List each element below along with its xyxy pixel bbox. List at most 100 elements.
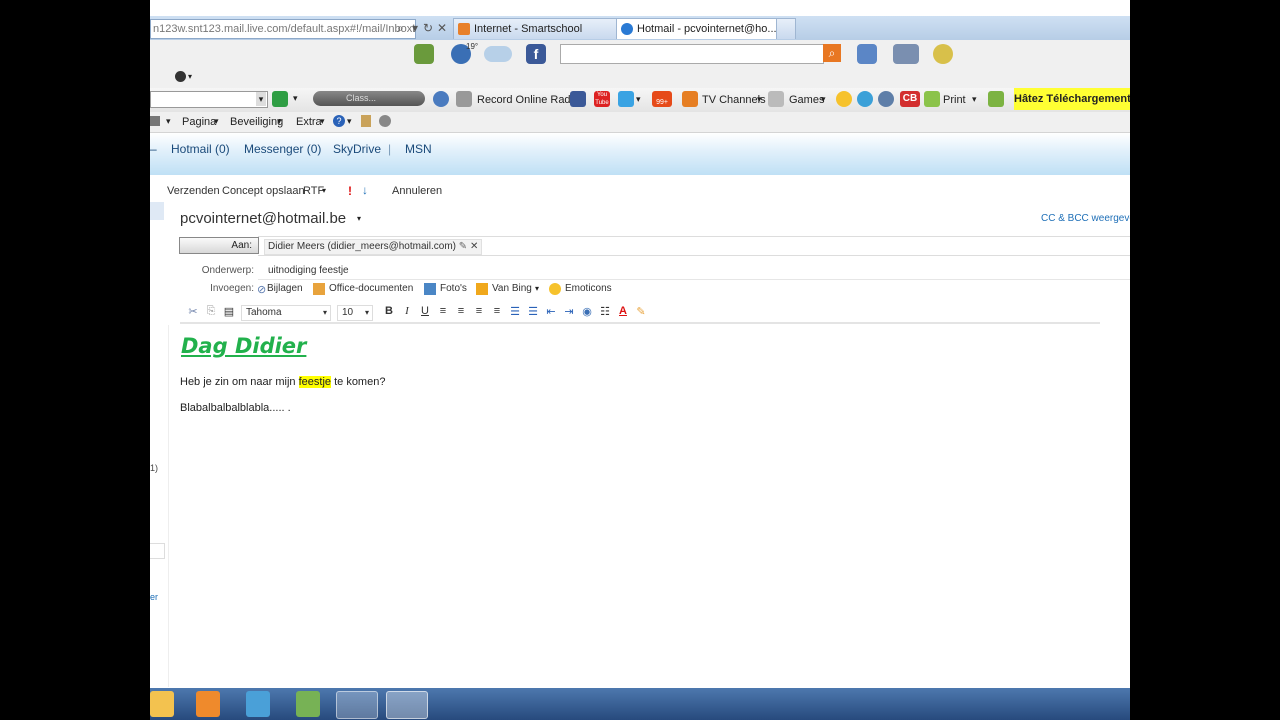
- twitter-icon[interactable]: [618, 91, 634, 107]
- radio-icon[interactable]: [433, 91, 449, 107]
- research-icon[interactable]: [361, 115, 371, 127]
- dropdown-arrow-icon[interactable]: ▾: [412, 19, 418, 37]
- microphone-icon[interactable]: [456, 91, 472, 107]
- print-icon[interactable]: [150, 116, 160, 126]
- toolbar-search-button[interactable]: ⌕: [823, 44, 841, 62]
- help-icon[interactable]: ?: [333, 115, 345, 127]
- notifications-icon[interactable]: 99+: [652, 91, 672, 107]
- refresh-icon[interactable]: ↻: [423, 19, 433, 37]
- lock-icon[interactable]: [175, 71, 186, 82]
- hatez-download-button[interactable]: Hâtez Téléchargement: [1014, 88, 1130, 110]
- from-address[interactable]: pcvointernet@hotmail.be: [180, 210, 346, 227]
- size-select[interactable]: 10 ▾: [337, 305, 373, 321]
- messenger-icon[interactable]: [296, 691, 320, 717]
- underline-button[interactable]: U: [418, 305, 432, 317]
- copy-icon[interactable]: ⎘: [204, 305, 218, 318]
- link-icon[interactable]: ◉: [580, 305, 594, 318]
- menu-pagina[interactable]: Pagina: [182, 116, 216, 128]
- insert-attachments[interactable]: Bijlagen: [267, 283, 303, 294]
- align-right-icon[interactable]: ≡: [472, 305, 486, 317]
- like-icon[interactable]: [857, 44, 877, 64]
- chevron-down-icon[interactable]: ▾: [214, 116, 219, 127]
- folder-link[interactable]: er: [150, 592, 158, 602]
- chevron-down-icon[interactable]: ▾: [166, 116, 171, 127]
- align-center-icon[interactable]: ≡: [454, 305, 468, 317]
- bulleted-list-icon[interactable]: ☰: [526, 305, 540, 318]
- chevron-down-icon[interactable]: ▾: [322, 186, 326, 195]
- monitor-icon[interactable]: [246, 691, 270, 717]
- toolbar-combo-input[interactable]: [150, 91, 268, 108]
- recipient-chip[interactable]: Didier Meers (didier_meers@hotmail.com) …: [264, 239, 483, 255]
- search-go-icon[interactable]: [272, 91, 288, 107]
- insert-office-documents[interactable]: Office-documenten: [329, 283, 413, 294]
- chevron-down-icon[interactable]: ▾: [636, 94, 641, 105]
- chevron-down-icon[interactable]: ▾: [972, 94, 977, 105]
- explorer-icon[interactable]: [150, 691, 174, 717]
- chevron-down-icon[interactable]: ▾: [821, 94, 826, 105]
- nav-messenger[interactable]: Messenger (0): [244, 142, 321, 156]
- messenger-icon[interactable]: [379, 115, 391, 127]
- address-input[interactable]: n123w.snt123.mail.live.com/default.aspx#…: [150, 19, 416, 39]
- highlight-icon[interactable]: ✎: [634, 305, 648, 318]
- chat-icon[interactable]: [857, 91, 873, 107]
- chevron-down-icon[interactable]: ▾: [277, 116, 282, 127]
- line-icon[interactable]: ☷: [598, 305, 612, 318]
- cancel-button[interactable]: Annuleren: [392, 185, 442, 197]
- save-draft-button[interactable]: Concept opslaan: [222, 185, 305, 197]
- media-player-icon[interactable]: [196, 691, 220, 717]
- nav-hotmail[interactable]: Hotmail (0): [171, 142, 230, 156]
- nav-skydrive[interactable]: SkyDrive: [333, 142, 381, 156]
- menu-extra[interactable]: Extra: [296, 116, 322, 128]
- rtf-menu[interactable]: RTF: [303, 185, 324, 197]
- search-icon[interactable]: ⌕: [397, 19, 404, 37]
- photo-icon[interactable]: [414, 44, 434, 64]
- tab-hotmail[interactable]: Hotmail - pcvointernet@ho... ✕: [616, 18, 794, 39]
- new-tab-button[interactable]: [776, 18, 796, 39]
- facebook-icon[interactable]: f: [526, 44, 546, 64]
- cloud-icon[interactable]: [484, 46, 512, 62]
- remove-recipient-icon[interactable]: ✕: [470, 241, 478, 252]
- justify-icon[interactable]: ≡: [490, 305, 504, 317]
- menu-beveiliging[interactable]: Beveiliging: [230, 116, 283, 128]
- chevron-down-icon[interactable]: ▾: [535, 284, 539, 293]
- insert-emoticons[interactable]: Emoticons: [565, 283, 612, 294]
- tab-smartschool[interactable]: Internet - Smartschool: [453, 18, 633, 39]
- addon-icon[interactable]: [988, 91, 1004, 107]
- send-button[interactable]: Verzenden: [167, 185, 220, 197]
- indent-icon[interactable]: ⇥: [562, 305, 576, 318]
- chevron-down-icon[interactable]: ▾: [256, 92, 266, 106]
- chevron-down-icon[interactable]: ▾: [347, 116, 352, 127]
- align-left-icon[interactable]: ≡: [436, 305, 450, 317]
- font-color-icon[interactable]: A: [616, 305, 630, 317]
- high-priority-icon[interactable]: !: [348, 184, 352, 198]
- globe-icon[interactable]: [878, 91, 894, 107]
- font-select[interactable]: Tahoma ▾: [241, 305, 331, 321]
- games[interactable]: Games: [789, 94, 824, 106]
- cut-icon[interactable]: ✂: [186, 305, 200, 318]
- star-icon[interactable]: [933, 44, 953, 64]
- outdent-icon[interactable]: ⇤: [544, 305, 558, 318]
- insert-from-bing[interactable]: Van Bing: [492, 283, 532, 294]
- edit-icon[interactable]: ✎: [459, 241, 467, 252]
- to-button[interactable]: Aan:: [179, 237, 259, 254]
- tv-icon[interactable]: [682, 91, 698, 107]
- video-icon[interactable]: [893, 44, 919, 64]
- chevron-down-icon[interactable]: ▾: [320, 116, 325, 127]
- games-icon[interactable]: [768, 91, 784, 107]
- youtube-icon[interactable]: You Tube: [594, 91, 610, 107]
- stop-icon[interactable]: ✕: [437, 19, 447, 37]
- chevron-down-icon[interactable]: ▾: [188, 72, 192, 81]
- bold-button[interactable]: B: [382, 305, 396, 317]
- show-cc-bcc-link[interactable]: CC & BCC weergeven: [1041, 213, 1130, 224]
- print[interactable]: Print: [943, 94, 966, 106]
- paste-icon[interactable]: ▤: [222, 305, 236, 318]
- smiley-icon[interactable]: [836, 91, 852, 107]
- insert-photos[interactable]: Foto's: [440, 283, 467, 294]
- facebook-icon[interactable]: [570, 91, 586, 107]
- nav-msn[interactable]: MSN: [405, 142, 432, 156]
- toolbar-search-input[interactable]: [560, 44, 824, 64]
- record-online-radio[interactable]: Record Online Radio: [477, 94, 579, 106]
- cb-icon[interactable]: CB: [900, 91, 920, 107]
- print-icon[interactable]: [924, 91, 940, 107]
- italic-button[interactable]: I: [400, 305, 414, 317]
